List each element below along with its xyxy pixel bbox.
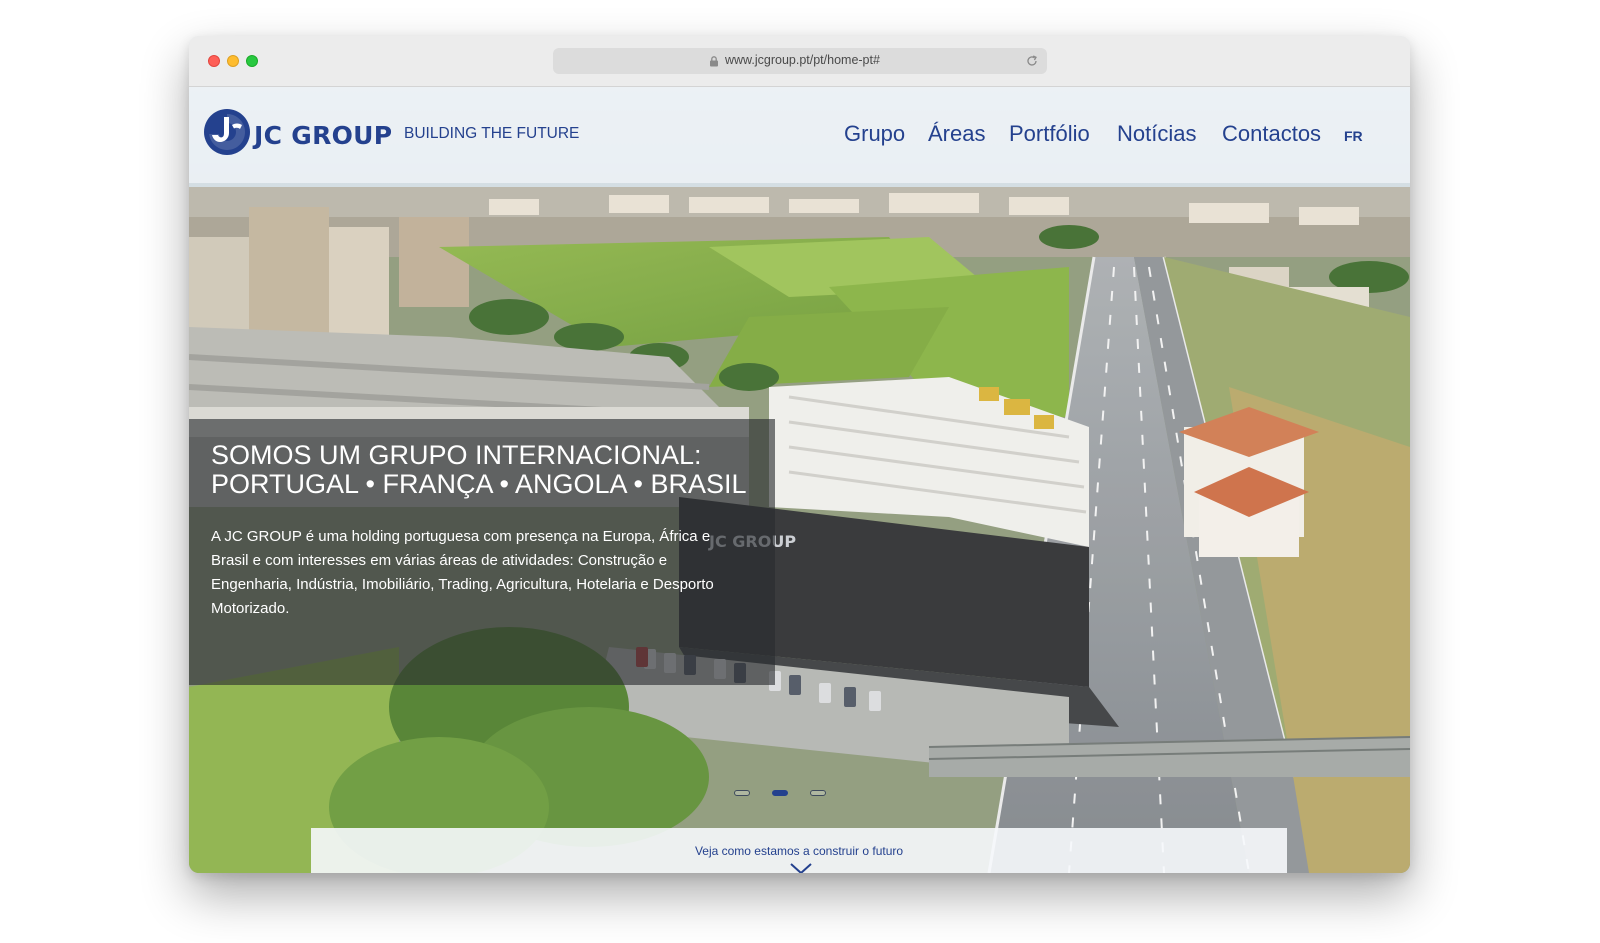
url-text[interactable]: www.jcgroup.pt/pt/home-pt# [725, 53, 880, 67]
hero-headline: SOMOS UM GRUPO INTERNACIONAL: PORTUGAL •… [211, 441, 771, 499]
hero-description-line: Brasil e com interesses em várias áreas … [211, 552, 668, 569]
slider-dot-1[interactable] [734, 790, 750, 796]
scroll-cta-text[interactable]: Veja como estamos a construir o futuro [311, 844, 1287, 858]
window-minimize-button[interactable] [227, 55, 239, 67]
hero-description-line: A JC GROUP é uma holding portuguesa com … [211, 528, 711, 545]
hero-description: A JC GROUP é uma holding portuguesa com … [211, 525, 741, 621]
reload-icon[interactable] [1025, 54, 1039, 68]
header-tagline: BUILDING THE FUTURE [404, 125, 580, 142]
hero-headline-line2: PORTUGAL • FRANÇA • ANGOLA • BRASIL [211, 469, 747, 499]
nav-item-contactos[interactable]: Contactos [1222, 121, 1321, 147]
browser-titlebar: www.jcgroup.pt/pt/home-pt# [189, 36, 1410, 87]
hero-description-line: Motorizado. [211, 600, 290, 617]
nav-item-grupo[interactable]: Grupo [844, 121, 905, 147]
chevron-down-icon[interactable] [789, 862, 813, 873]
jc-logo-icon[interactable] [203, 108, 251, 156]
browser-window: www.jcgroup.pt/pt/home-pt# JC GROUP BUIL… [189, 36, 1410, 873]
hero-description-line: Engenharia, Indústria, Imobiliário, Trad… [211, 576, 714, 593]
scroll-cta-box[interactable]: Veja como estamos a construir o futuro [311, 828, 1287, 873]
language-switch-fr[interactable]: FR [1344, 128, 1363, 144]
slider-dot-3[interactable] [810, 790, 826, 796]
hero-headline-line1: SOMOS UM GRUPO INTERNACIONAL: [211, 440, 702, 470]
site-header: JC GROUP BUILDING THE FUTURE Grupo Áreas… [189, 87, 1410, 183]
lock-icon [710, 56, 718, 67]
nav-item-portfolio[interactable]: Portfólio [1009, 121, 1090, 147]
logo-wordmark[interactable]: JC GROUP [254, 121, 392, 150]
page-viewport: JC GROUP BUILDING THE FUTURE Grupo Áreas… [189, 87, 1410, 873]
window-maximize-button[interactable] [246, 55, 258, 67]
hero-text-panel: SOMOS UM GRUPO INTERNACIONAL: PORTUGAL •… [189, 419, 775, 685]
nav-item-noticias[interactable]: Notícias [1117, 121, 1196, 147]
slider-dot-2[interactable] [772, 790, 788, 796]
window-close-button[interactable] [208, 55, 220, 67]
address-bar[interactable]: www.jcgroup.pt/pt/home-pt# [553, 48, 1047, 74]
nav-item-areas[interactable]: Áreas [928, 121, 985, 147]
